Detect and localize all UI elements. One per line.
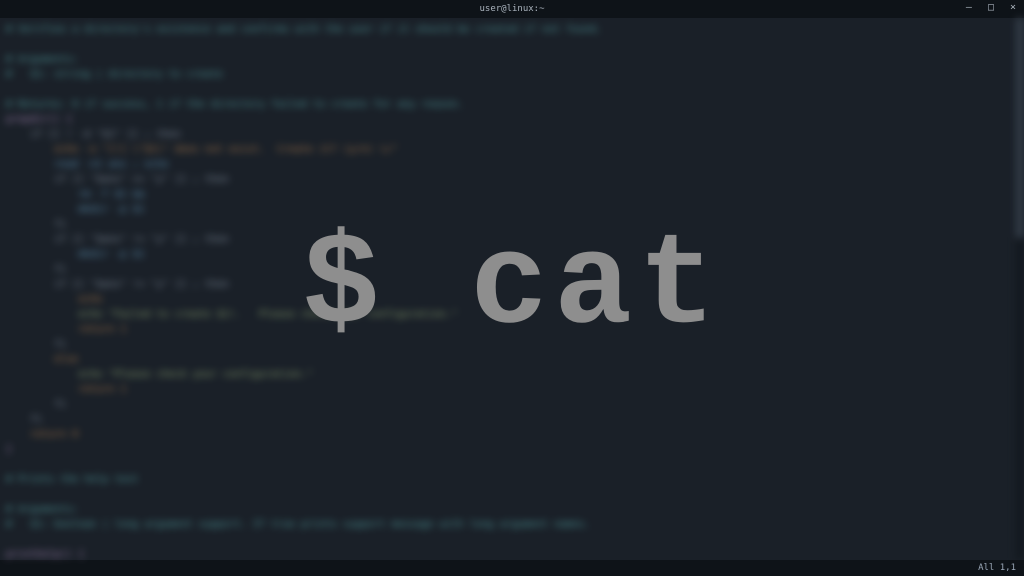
code-line: echo "Failed to create $1!. Please check…	[6, 307, 1018, 322]
status-bar: All 1,1	[0, 560, 1024, 576]
code-line	[6, 82, 1018, 97]
code-line: mkdir -p $1	[6, 247, 1018, 262]
code-line: # Arguments:	[6, 52, 1018, 67]
code-line: echo -e "[!] \"$1\" does not exist. Crea…	[6, 142, 1018, 157]
statusbar-right: All 1,1	[978, 563, 1016, 573]
code-line: if [[ "$ans" == "y" ]] ; then	[6, 172, 1018, 187]
code-line: # Prints the help text	[6, 472, 1018, 487]
code-line: echo "Please check your configuration."	[6, 367, 1018, 382]
code-line: if [[ "$ans" != "y" ]] ; then	[6, 277, 1018, 292]
close-button[interactable]: ×	[1006, 2, 1020, 13]
code-line: else	[6, 352, 1018, 367]
code-line: # $1: boolean | long argument support. I…	[6, 517, 1018, 532]
code-line: prepdir() {	[6, 112, 1018, 127]
editor-viewport: # Verifies a directory's existence and c…	[0, 18, 1024, 560]
code-line: mkdir -p $1	[6, 202, 1018, 217]
window-titlebar: user@linux:~ – □ ×	[0, 0, 1024, 18]
code-line: # Verifies a directory's existence and c…	[6, 22, 1018, 37]
code-content[interactable]: # Verifies a directory's existence and c…	[0, 18, 1024, 560]
code-line: fi	[6, 337, 1018, 352]
window-controls: – □ ×	[962, 2, 1020, 13]
code-line: if [[ "$ans" != "y" ]] ; then	[6, 232, 1018, 247]
code-line: # Arguments:	[6, 502, 1018, 517]
scrollbar-thumb[interactable]	[1016, 18, 1024, 238]
code-line: return 1	[6, 322, 1018, 337]
code-line: fi	[6, 397, 1018, 412]
minimize-button[interactable]: –	[962, 2, 976, 13]
window-title: user@linux:~	[479, 4, 544, 14]
code-line: return 0	[6, 427, 1018, 442]
code-line: # Returns: 0 if success, 1 if the direct…	[6, 97, 1018, 112]
code-line: # $1: string | directory to create	[6, 67, 1018, 82]
code-line	[6, 457, 1018, 472]
code-line: rm -f $1 &&	[6, 187, 1018, 202]
code-line: read -n1 ans ; echo	[6, 157, 1018, 172]
vertical-scrollbar[interactable]	[1016, 18, 1024, 560]
code-line: fi	[6, 217, 1018, 232]
code-line	[6, 532, 1018, 547]
code-line: if [[ ! -d "$1" ]] ; then	[6, 127, 1018, 142]
code-line	[6, 487, 1018, 502]
code-line: echo	[6, 292, 1018, 307]
code-line: printhelp() {	[6, 547, 1018, 560]
code-line: fi	[6, 412, 1018, 427]
maximize-button[interactable]: □	[984, 2, 998, 13]
code-line	[6, 37, 1018, 52]
code-line: fi	[6, 262, 1018, 277]
code-line: return 1	[6, 382, 1018, 397]
code-line: }	[6, 442, 1018, 457]
